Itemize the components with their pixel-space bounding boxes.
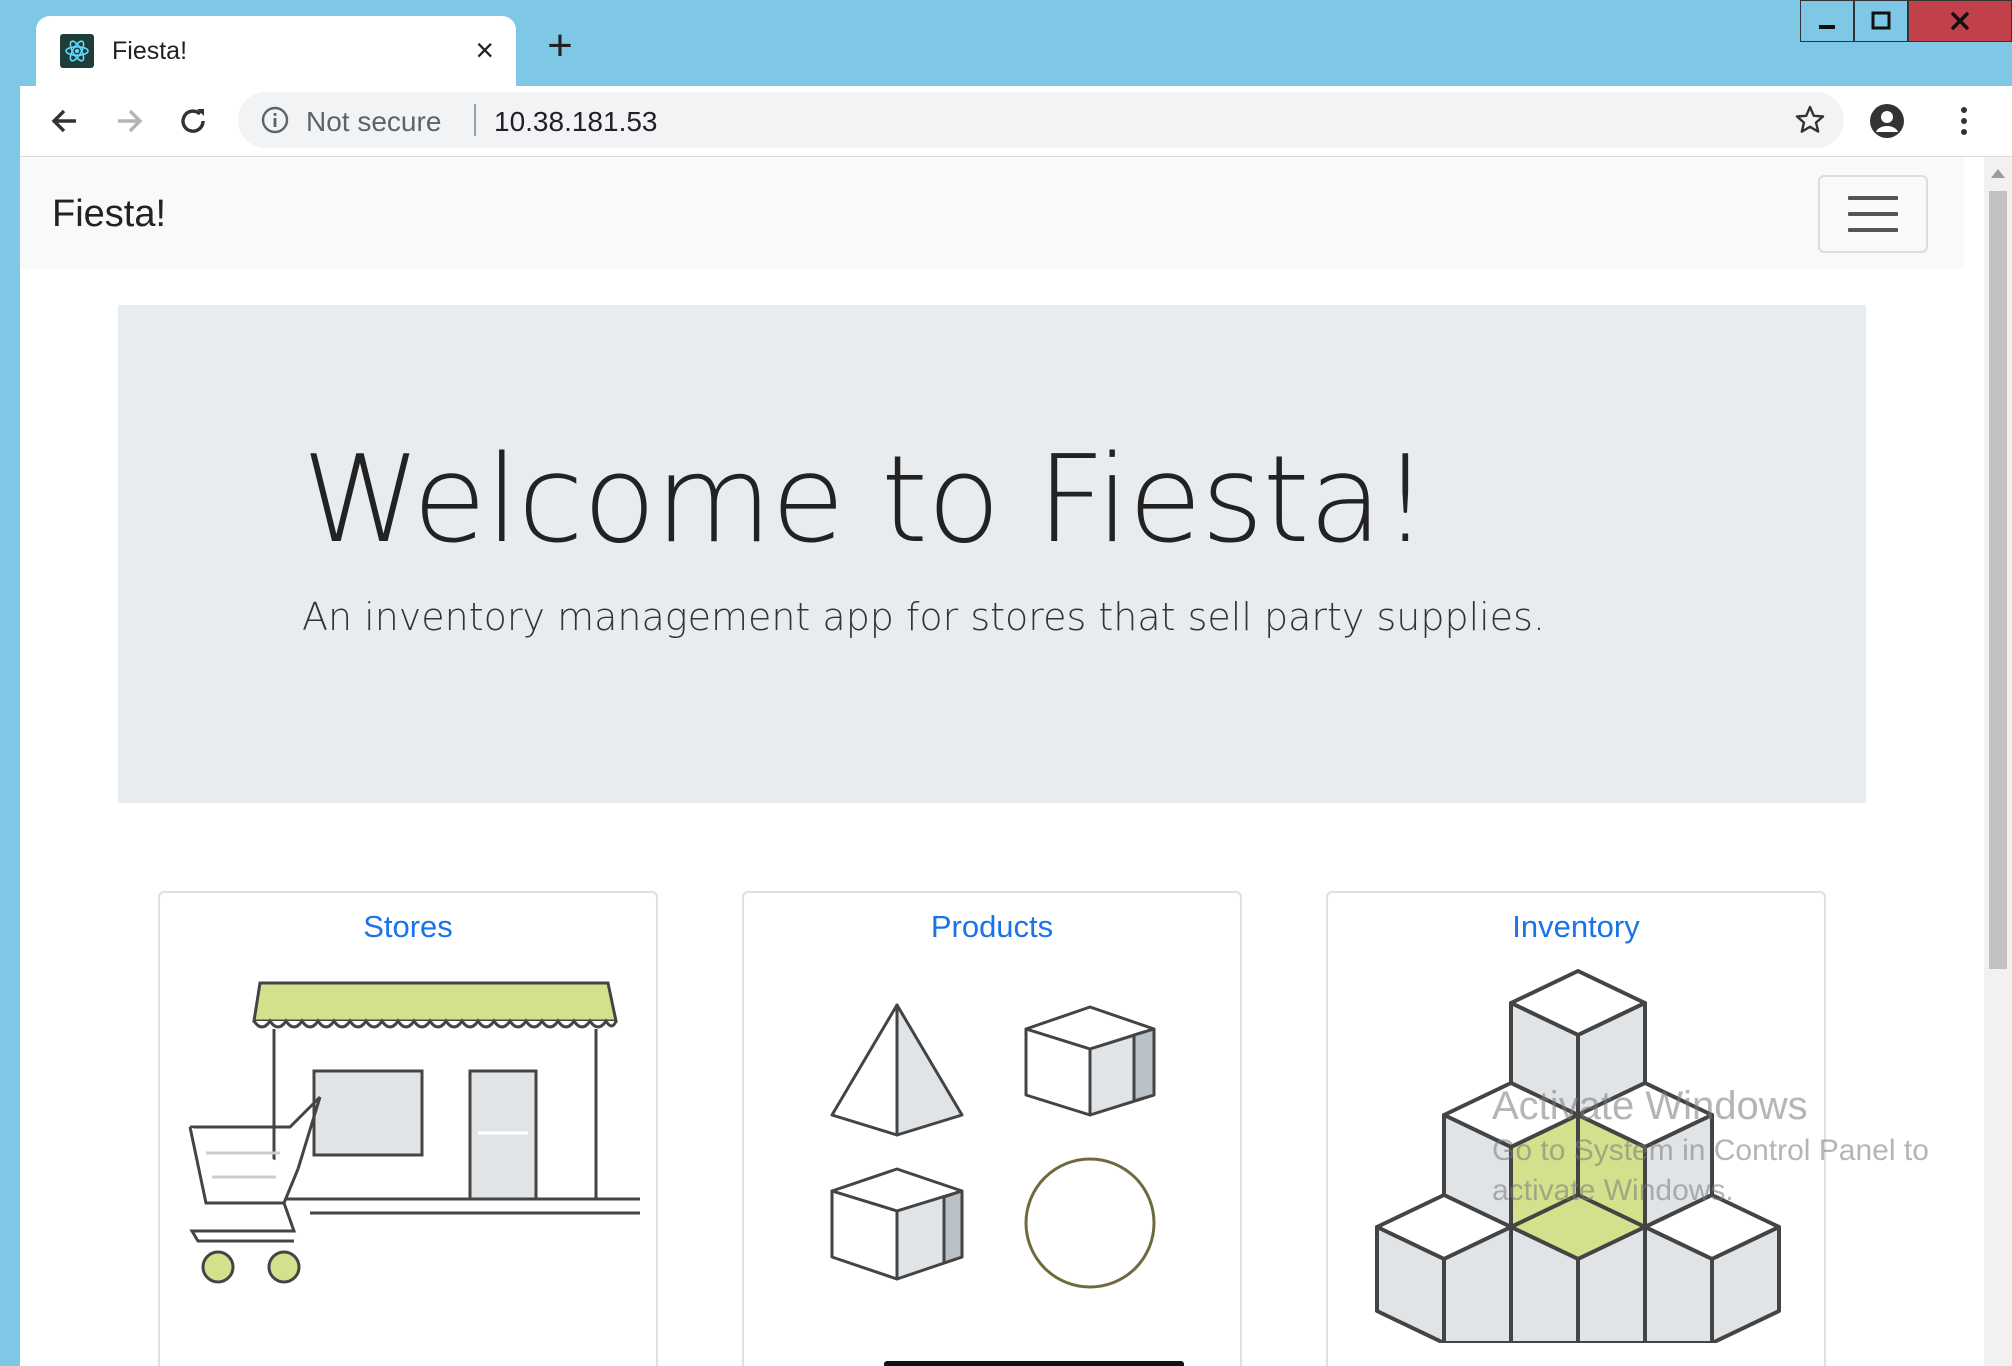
info-icon[interactable]	[260, 105, 290, 135]
status-bubble	[884, 1361, 1184, 1366]
address-bar[interactable]: Not secure 10.38.181.53	[238, 92, 1844, 148]
page-scrollbar[interactable]	[1984, 157, 2012, 1366]
app-brand[interactable]: Fiesta!	[52, 193, 166, 236]
hero-title: Welcome to Fiesta!	[302, 431, 1429, 570]
reload-icon	[181, 109, 205, 133]
hamburger-icon-bar	[1848, 196, 1898, 200]
url-text[interactable]: 10.38.181.53	[494, 106, 658, 138]
products-card[interactable]: Products	[742, 891, 1242, 1366]
browser-tab[interactable]: Fiesta! ×	[36, 16, 516, 86]
back-arrow-icon	[51, 109, 76, 133]
stores-link[interactable]: Stores	[160, 909, 656, 945]
hero-subtitle: An inventory management app for stores t…	[302, 595, 1545, 639]
security-status: Not secure	[306, 106, 442, 137]
address-separator	[474, 104, 476, 136]
shapes-icon	[830, 1003, 1156, 1289]
scrollbar-thumb[interactable]	[1989, 191, 2007, 969]
minimize-icon	[1819, 25, 1835, 29]
reload-button[interactable]	[172, 100, 214, 142]
back-button[interactable]	[44, 100, 86, 142]
bookmark-star-icon[interactable]	[1794, 104, 1826, 136]
scroll-up-arrow-icon[interactable]	[1991, 169, 2005, 178]
activation-watermark-line: activate Windows.	[1492, 1174, 1734, 1207]
forward-arrow-icon	[118, 109, 143, 133]
stores-card[interactable]: Stores	[158, 891, 658, 1366]
minimize-button[interactable]	[1800, 0, 1854, 42]
activation-watermark-line: Go to System in Control Panel to	[1492, 1134, 1929, 1167]
browser-menu-icon[interactable]	[1954, 100, 1974, 142]
close-icon	[1950, 11, 1970, 31]
hamburger-icon-bar	[1848, 212, 1898, 216]
storefront-cart-icon	[188, 981, 640, 1284]
app-navbar: Fiesta!	[20, 157, 1964, 269]
close-window-button[interactable]	[1908, 0, 2012, 42]
tab-close-icon[interactable]: ×	[475, 34, 494, 66]
maximize-button[interactable]	[1854, 0, 1908, 42]
tab-title: Fiesta!	[112, 36, 188, 65]
hamburger-icon-bar	[1848, 228, 1898, 232]
hero-jumbotron: Welcome to Fiesta! An inventory manageme…	[118, 305, 1866, 803]
maximize-icon	[1871, 11, 1891, 30]
new-tab-button[interactable]: +	[540, 24, 580, 68]
inventory-link[interactable]: Inventory	[1328, 909, 1824, 945]
forward-button[interactable]	[108, 100, 150, 142]
navbar-toggle-button[interactable]	[1818, 175, 1928, 253]
activation-watermark-title: Activate Windows	[1492, 1084, 1808, 1128]
products-link[interactable]: Products	[744, 909, 1240, 945]
profile-avatar-icon[interactable]	[1868, 102, 1906, 140]
browser-toolbar: Not secure 10.38.181.53	[20, 86, 2012, 157]
react-favicon-icon	[60, 34, 94, 68]
